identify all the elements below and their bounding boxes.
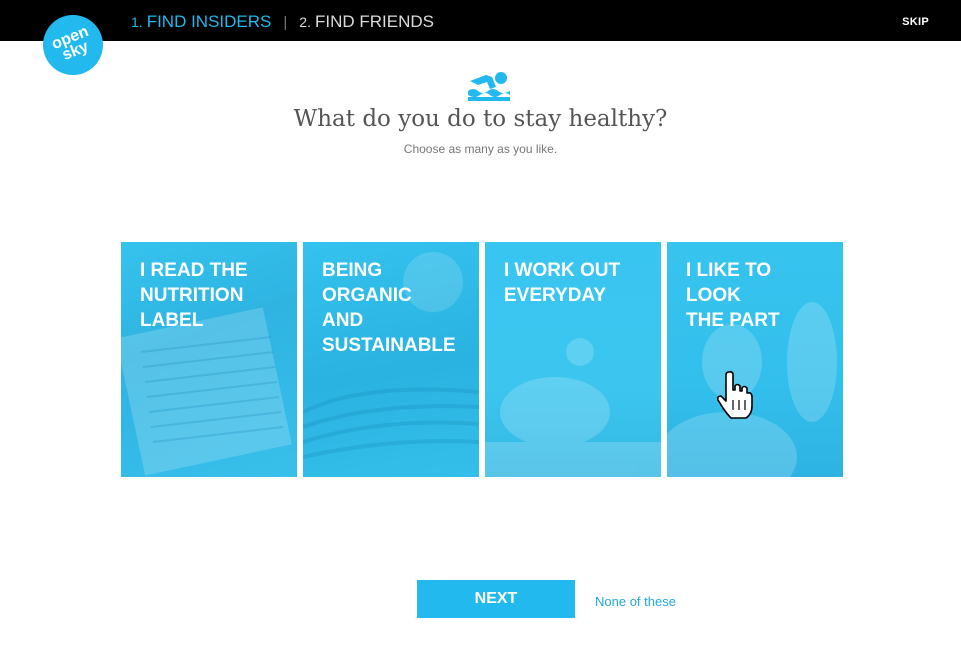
step-divider: | — [283, 14, 288, 31]
interest-cards: I READ THE NUTRITION LABEL BEING ORGANIC… — [121, 242, 843, 477]
card-work-out[interactable]: I WORK OUT EVERYDAY — [485, 242, 661, 477]
steps-nav: 1. FIND INSIDERS | 2. FIND FRIENDS — [131, 12, 434, 32]
swimmer-icon — [468, 72, 510, 101]
step-find-insiders[interactable]: 1. FIND INSIDERS — [131, 12, 271, 32]
none-of-these-link[interactable]: None of these — [595, 594, 676, 609]
page-subtitle: Choose as many as you like. — [403, 142, 558, 156]
step-label: FIND INSIDERS — [146, 12, 272, 31]
skip-link[interactable]: SKIP — [902, 16, 929, 28]
page-question: What do you do to stay healthy? — [293, 106, 668, 132]
card-look-the-part[interactable]: I LIKE TO LOOK THE PART — [667, 242, 843, 477]
card-nutrition-label[interactable]: I READ THE NUTRITION LABEL — [121, 242, 297, 477]
card-organic-sustainable[interactable]: BEING ORGANIC AND SUSTAINABLE — [303, 242, 479, 477]
step-number: 1. — [131, 14, 143, 30]
step-label: FIND FRIENDS — [314, 12, 434, 31]
top-bar: 1. FIND INSIDERS | 2. FIND FRIENDS SKIP — [0, 0, 961, 41]
logo-text: open sky — [49, 23, 92, 64]
hand-cursor-icon — [717, 370, 753, 419]
step-number: 2. — [299, 14, 311, 30]
card-label: I READ THE NUTRITION LABEL — [140, 260, 248, 331]
card-label: I WORK OUT EVERYDAY — [504, 260, 621, 306]
card-label: I LIKE TO LOOK THE PART — [686, 260, 780, 331]
step-find-friends[interactable]: 2. FIND FRIENDS — [299, 12, 434, 32]
card-label: BEING ORGANIC AND SUSTAINABLE — [322, 260, 456, 356]
next-button[interactable]: NEXT — [417, 580, 575, 618]
